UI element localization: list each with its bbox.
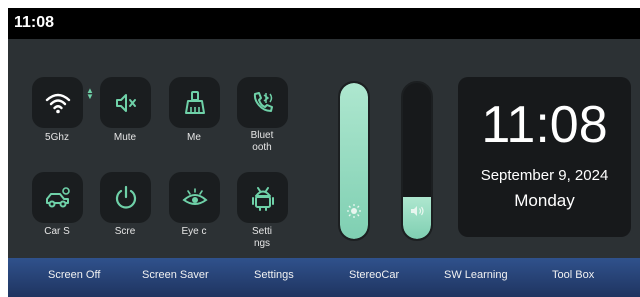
tile-label-car-settings: Car S [44,226,70,237]
settings-tile[interactable] [237,172,288,223]
nav-stereocar[interactable]: StereoCar [349,269,399,281]
bottom-nav: Screen Off Screen Saver Settings StereoC… [8,258,640,297]
car-settings-tile[interactable] [32,172,83,223]
power-icon [115,185,136,209]
wifi-icon [45,93,70,113]
bluetooth-tile[interactable] [237,77,288,128]
mute-icon [115,93,136,112]
broom-icon [184,90,205,114]
head-unit-screen: 11:08 ▲ ▼ 5Ghz Mute Me Bluet ooth Car S … [8,8,640,297]
clock-time: 11:08 [481,96,608,154]
quick-settings-panel: ▲ ▼ 5Ghz Mute Me Bluet ooth Car S Scre E… [8,39,640,258]
tile-label-bluetooth: Bluet ooth [250,130,274,153]
eye-care-tile[interactable] [169,172,220,223]
tile-label-memory: Me [187,132,201,143]
clock-date: September 9, 2024 [480,167,609,184]
screen-off-tile[interactable] [100,172,151,223]
nav-tool-box[interactable]: Tool Box [552,269,594,281]
android-icon [251,186,274,211]
tile-label-eye-care: Eye c [181,226,207,237]
volume-icon [411,206,424,216]
status-time: 11:08 [14,14,55,31]
car-settings-icon [45,186,70,207]
clock-day: Monday [514,191,575,210]
brightness-slider[interactable] [338,81,370,241]
nav-screen-saver[interactable]: Screen Saver [142,269,209,281]
status-bar: 11:08 [8,8,640,39]
nav-settings[interactable]: Settings [254,269,294,281]
tile-label-screen: Scre [114,226,136,237]
bluetooth-phone-icon [253,91,273,112]
brightness-icon [347,204,361,218]
tile-label-wifi: 5Ghz [45,132,69,143]
eye-icon [181,187,208,205]
tile-label-settings: Setti ngs [251,226,272,249]
nav-screen-off[interactable]: Screen Off [48,269,100,281]
data-activity-arrows-icon: ▲ ▼ [86,86,94,101]
memory-clean-tile[interactable] [169,77,220,128]
wifi-tile[interactable] [32,77,83,128]
clock-widget[interactable]: 11:08 September 9, 2024 Monday [458,77,631,237]
mute-tile[interactable] [100,77,151,128]
nav-sw-learning[interactable]: SW Learning [444,269,508,281]
tile-label-mute: Mute [113,132,137,143]
volume-slider[interactable] [401,81,433,241]
